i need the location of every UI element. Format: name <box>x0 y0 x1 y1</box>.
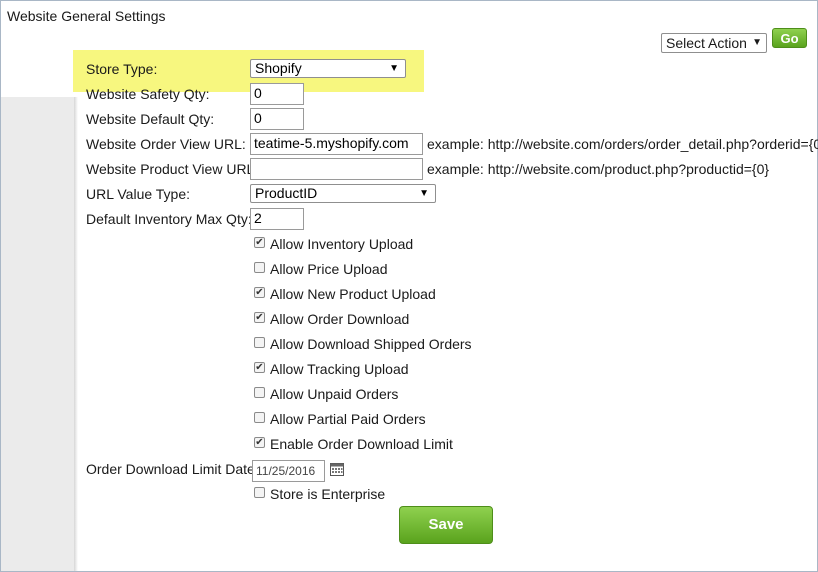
chevron-down-icon: ▼ <box>752 37 762 48</box>
checkbox-label: Enable Order Download Limit <box>270 436 453 452</box>
limit-date-label: Order Download Limit Date: <box>86 461 259 477</box>
checkbox[interactable] <box>254 262 265 273</box>
store-type-label: Store Type: <box>86 61 158 77</box>
default-qty-label: Website Default Qty: <box>86 111 215 127</box>
checkbox-label: Allow Inventory Upload <box>270 236 414 252</box>
checkbox-label: Store is Enterprise <box>270 486 386 502</box>
save-button[interactable]: Save <box>399 506 493 544</box>
limit-date-input[interactable]: 11/25/2016 <box>252 460 325 482</box>
checkbox[interactable] <box>254 387 265 398</box>
default-qty-input[interactable]: 0 <box>250 108 304 130</box>
checkbox[interactable] <box>254 487 265 498</box>
product-view-url-example: example: http://website.com/product.php?… <box>427 161 770 177</box>
max-qty-label: Default Inventory Max Qty: <box>86 211 252 227</box>
checkbox[interactable] <box>254 412 265 423</box>
checkbox-label: Allow Price Upload <box>270 261 388 277</box>
go-button[interactable]: Go <box>772 28 807 48</box>
order-view-url-label: Website Order View URL: <box>86 136 246 152</box>
store-type-value: Shopify <box>255 60 302 76</box>
order-view-url-input[interactable]: teatime-5.myshopify.com <box>250 133 423 155</box>
product-view-url-input[interactable] <box>250 158 423 180</box>
store-type-select[interactable]: Shopify ▼ <box>250 59 406 78</box>
url-value-type-select[interactable]: ProductID ▼ <box>250 184 436 203</box>
page-title: Website General Settings <box>7 8 166 24</box>
product-view-url-label: Website Product View URL: <box>86 161 259 177</box>
chevron-down-icon: ▼ <box>419 188 429 199</box>
calendar-icon[interactable] <box>330 463 344 476</box>
checkbox[interactable]: ✔ <box>254 437 265 448</box>
select-action-value: Select Action <box>666 35 747 51</box>
chevron-down-icon: ▼ <box>389 63 399 74</box>
checkbox-label: Allow Order Download <box>270 311 410 327</box>
url-value-type-value: ProductID <box>255 185 318 201</box>
checkbox[interactable] <box>254 337 265 348</box>
checkbox[interactable]: ✔ <box>254 312 265 323</box>
checkbox[interactable]: ✔ <box>254 362 265 373</box>
left-panel-background <box>1 97 74 571</box>
checkbox[interactable]: ✔ <box>254 287 265 298</box>
select-action-dropdown[interactable]: Select Action ▼ <box>661 33 767 53</box>
checkbox-label: Allow Download Shipped Orders <box>270 336 472 352</box>
checkbox[interactable]: ✔ <box>254 237 265 248</box>
order-view-url-example: example: http://website.com/orders/order… <box>427 136 818 152</box>
checkbox-label: Allow Unpaid Orders <box>270 386 399 402</box>
safety-qty-label: Website Safety Qty: <box>86 86 210 102</box>
checkbox-label: Allow Tracking Upload <box>270 361 409 377</box>
safety-qty-input[interactable]: 0 <box>250 83 304 105</box>
checkbox-label: Allow Partial Paid Orders <box>270 411 426 427</box>
max-qty-input[interactable]: 2 <box>250 208 304 230</box>
url-value-type-label: URL Value Type: <box>86 186 191 202</box>
left-panel-shadow <box>74 97 78 571</box>
checkbox-label: Allow New Product Upload <box>270 286 436 302</box>
